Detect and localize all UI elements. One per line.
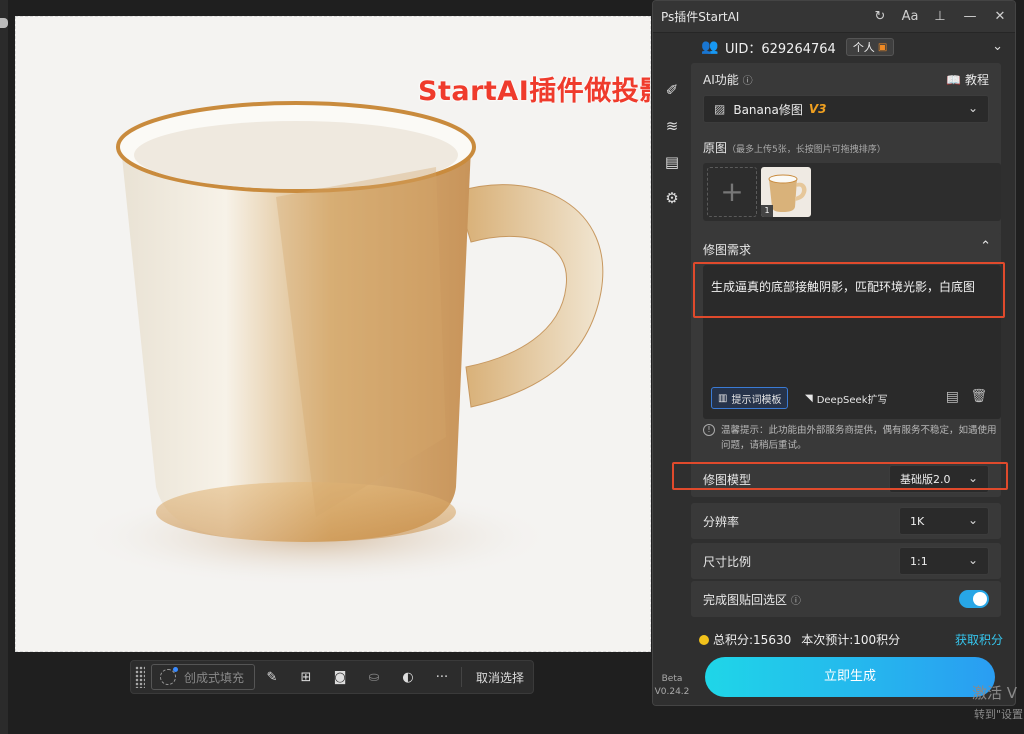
resolution-row: 分辨率 1K ⌄ — [691, 503, 1001, 539]
activation-watermark-sub: 转到"设置 — [974, 708, 1024, 721]
points-row: 总积分:15630 本次预计:100积分 获取积分 — [699, 631, 1009, 648]
document-icon[interactable]: ▤ — [663, 153, 681, 171]
edit-model-label: 修图模型 — [703, 473, 752, 487]
template-icon: ▥ — [718, 392, 728, 404]
account-type-label: 个人 — [852, 41, 875, 54]
account-row: 👥 UID：629264764 个人 ▣ ⌄ — [691, 33, 1015, 61]
contextual-task-bar: 创成式填充 ✎ ⊞ ◙ ⛀ ◐ ··· 取消选择 — [130, 660, 534, 694]
deepseek-expand-chip[interactable]: ◥ DeepSeek扩写 — [799, 387, 894, 409]
paste-back-toggle[interactable] — [959, 590, 989, 608]
prompt-textarea[interactable]: 生成逼真的底部接触阴影，匹配环境光影，白底图 ▥ 提示词模板 ◥ DeepSeek扩… — [703, 265, 1001, 419]
mask-icon[interactable]: ◙ — [323, 664, 357, 690]
edit-model-row: 修图模型 基础版2.0 ⌄ — [691, 461, 1001, 497]
gear-icon[interactable]: ⚙ — [663, 189, 681, 207]
book-icon: 📖 — [946, 73, 962, 87]
generative-fill-label: 创成式填充 — [184, 670, 245, 685]
resolution-select[interactable]: 1K ⌄ — [899, 507, 989, 535]
prompt-template-chip[interactable]: ▥ 提示词模板 — [711, 387, 789, 409]
layers-icon[interactable]: ≋ — [663, 117, 681, 135]
ai-function-label: AI功能 ⓘ — [703, 73, 753, 87]
trash-icon[interactable]: 🗑 — [970, 389, 987, 404]
transform-icon[interactable]: ⊞ — [289, 664, 323, 690]
aspect-ratio-value: 1:1 — [910, 554, 928, 568]
chevron-up-icon[interactable]: ⌃ — [980, 239, 991, 254]
generative-fill-button[interactable]: 创成式填充 — [151, 664, 255, 690]
users-icon: 👥 — [701, 39, 719, 55]
add-image-button[interactable]: + — [707, 167, 757, 217]
account-type-badge[interactable]: 个人 ▣ — [845, 38, 895, 56]
tutorial-link[interactable]: 📖 教程 — [946, 71, 989, 88]
drag-handle[interactable] — [135, 666, 145, 688]
original-thumbnail[interactable]: 1 — [761, 167, 811, 217]
panel-main: 👥 UID：629264764 个人 ▣ ⌄ AI功能 ⓘ 📖 教程 ▨ Bana… — [691, 33, 1015, 705]
info-icon[interactable]: ⓘ — [791, 596, 801, 607]
ai-function-section: AI功能 ⓘ 📖 教程 ▨ Banana修图 V3 ⌄ 原图（最多上传5张，长按… — [691, 63, 1001, 261]
get-points-link[interactable]: 获取积分 — [955, 631, 1003, 648]
ai-model-select[interactable]: ▨ Banana修图 V3 ⌄ — [703, 95, 989, 123]
edit-requirement-label: 修图需求 — [703, 243, 752, 257]
panel-title: Ps插件StartAI — [661, 10, 740, 24]
chevron-down-icon: ⌄ — [967, 471, 978, 485]
ai-edit-icon[interactable]: ✐ — [663, 81, 681, 99]
overlay-title: StartAI插件做投影效果 — [418, 76, 650, 107]
adjustment-icon[interactable]: ◐ — [391, 664, 425, 690]
minimize-icon[interactable]: — — [955, 9, 985, 24]
chevron-down-icon: ⌄ — [967, 513, 978, 527]
refresh-icon[interactable]: ↻ — [865, 9, 895, 24]
edit-model-value: 基础版2.0 — [900, 473, 951, 486]
panel-titlebar: Ps插件StartAI ↻ Aa ⊥ — ✕ — [653, 1, 1015, 33]
panel-side-rail: ✐ ≋ ▤ ⚙ Beta V0.24.2 — [653, 33, 691, 705]
paste-icon[interactable]: ▤ — [946, 389, 959, 405]
deepseek-icon: ◥ — [805, 392, 813, 404]
original-label: 原图（最多上传5张，长按图片可拖拽排序） — [703, 141, 886, 155]
service-hint: ! 温馨提示：此功能由外部服务商提供，偶有服务不稳定，如遇使用问题，请稍后重试。 — [703, 423, 1001, 453]
beta-label: Beta — [661, 674, 683, 684]
edit-model-select[interactable]: 基础版2.0 ⌄ — [889, 465, 989, 493]
font-size-icon[interactable]: Aa — [895, 9, 925, 24]
document-canvas[interactable]: StartAI插件做投影效果 — [15, 16, 651, 652]
vip-icon: ▣ — [877, 41, 888, 53]
activation-watermark: 激活 V — [972, 684, 1018, 702]
version-label: V0.24.2 — [654, 687, 690, 697]
ai-model-name: Banana修图 — [733, 102, 803, 117]
close-icon[interactable]: ✕ — [985, 9, 1015, 24]
uid-text: UID：629264764 — [725, 41, 836, 57]
startai-plugin-panel: Ps插件StartAI ↻ Aa ⊥ — ✕ ✐ ≋ ▤ ⚙ Beta V0.2… — [652, 0, 1016, 706]
aspect-ratio-row: 尺寸比例 1:1 ⌄ — [691, 543, 1001, 579]
deselect-button[interactable]: 取消选择 — [468, 669, 532, 686]
toolbar-indicator — [0, 18, 8, 28]
paste-back-row: 完成图贴回选区 ⓘ — [691, 581, 1001, 617]
resolution-label: 分辨率 — [703, 515, 740, 529]
pin-icon[interactable]: ⊥ — [925, 9, 955, 24]
original-images-box: + 1 — [703, 163, 1001, 221]
aspect-ratio-label: 尺寸比例 — [703, 555, 752, 569]
coin-icon — [699, 634, 709, 645]
prompt-text: 生成逼真的底部接触阴影，匹配环境光影，白底图 — [711, 280, 976, 294]
brush-icon[interactable]: ✎ — [255, 664, 289, 690]
paste-back-label: 完成图贴回选区 ⓘ — [703, 593, 801, 607]
aspect-ratio-select[interactable]: 1:1 ⌄ — [899, 547, 989, 575]
image-icon: ▨ — [714, 102, 726, 116]
generate-button[interactable]: 立即生成 — [705, 657, 995, 697]
chevron-down-icon[interactable]: ⌄ — [992, 39, 1003, 54]
left-toolbar-edge — [0, 0, 8, 734]
ai-model-version-tag: V3 — [808, 102, 827, 116]
info-icon[interactable]: ⓘ — [743, 76, 753, 87]
fill-bucket-icon[interactable]: ⛀ — [357, 664, 391, 690]
more-options-button[interactable]: ··· — [425, 664, 459, 690]
info-icon: ! — [703, 424, 715, 436]
generative-fill-icon — [160, 667, 178, 685]
divider — [461, 667, 462, 687]
thumbnail-index: 1 — [761, 205, 773, 217]
original-note: （最多上传5张，长按图片可拖拽排序） — [727, 145, 886, 155]
mug-image — [76, 101, 604, 587]
points-estimate: 本次预计:100积分 — [801, 633, 901, 647]
resolution-value: 1K — [910, 514, 925, 528]
points-total: 总积分:15630 — [713, 633, 792, 647]
chevron-down-icon: ⌄ — [967, 553, 978, 567]
chevron-down-icon: ⌄ — [967, 101, 978, 115]
